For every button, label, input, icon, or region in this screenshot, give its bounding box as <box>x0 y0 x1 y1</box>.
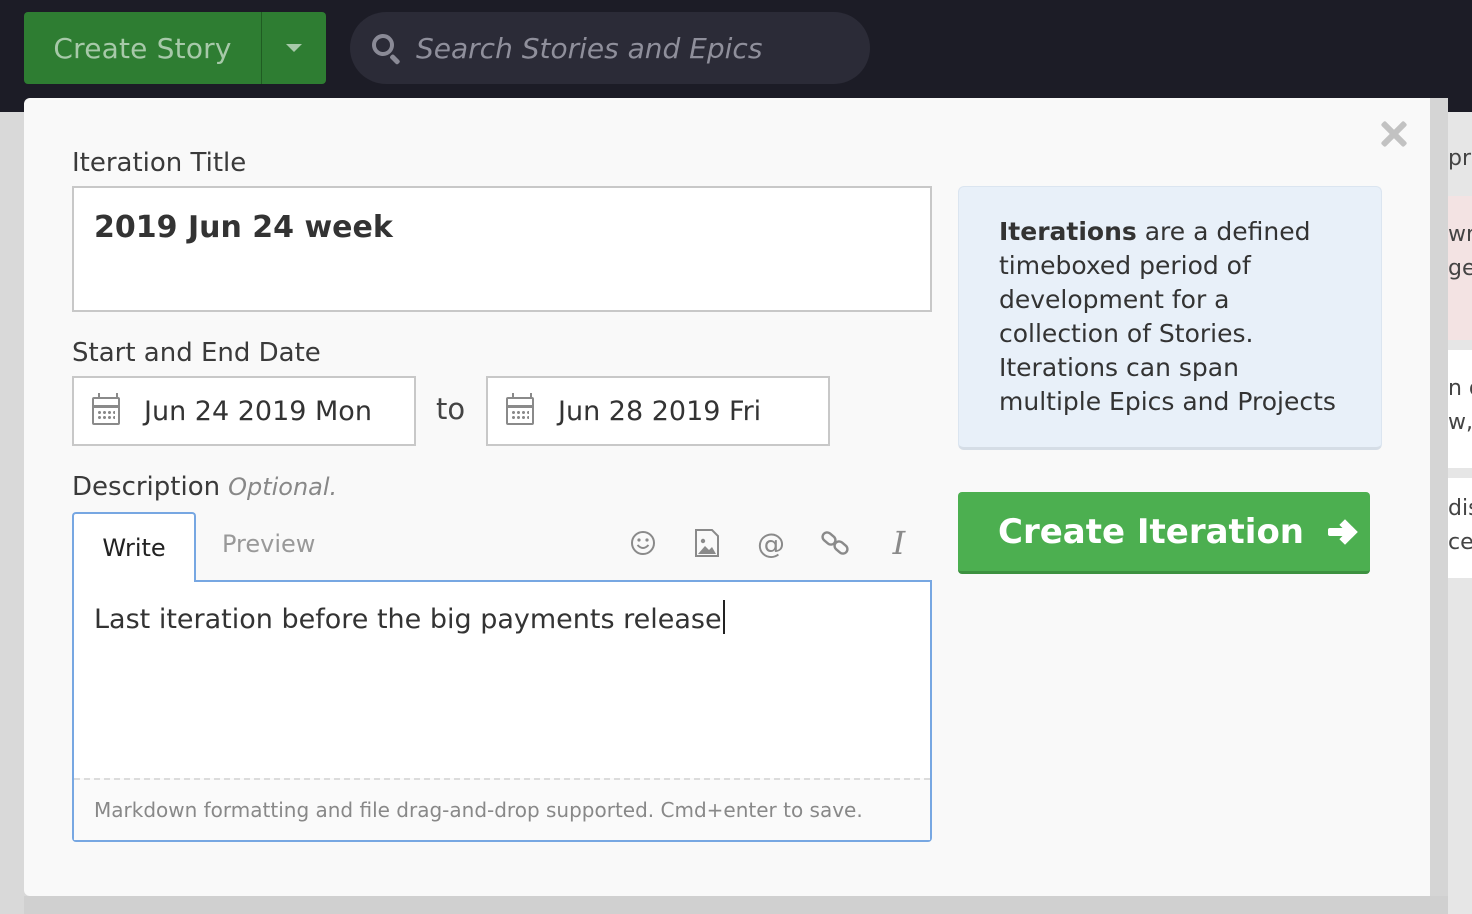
close-icon[interactable] <box>1378 118 1410 150</box>
end-date-value: Jun 28 2019 Fri <box>558 395 762 427</box>
background-card: disce <box>1448 478 1472 578</box>
description-label-text: Description <box>72 472 221 502</box>
background-card: n dw, <box>1448 350 1472 468</box>
tab-preview[interactable]: Preview <box>222 530 315 558</box>
description-text[interactable]: Last iteration before the big payments r… <box>94 600 725 635</box>
calendar-icon <box>506 393 534 425</box>
create-iteration-label: Create Iteration <box>998 511 1305 552</box>
iteration-title-input[interactable]: 2019 Jun 24 week <box>72 186 932 312</box>
emoji-icon[interactable] <box>628 528 658 558</box>
iterations-info-panel: Iterations are a defined timeboxed perio… <box>958 186 1382 450</box>
create-iteration-button[interactable]: Create Iteration <box>958 492 1370 574</box>
top-bar: Create Story <box>0 0 1472 112</box>
info-text: are a defined timeboxed period of develo… <box>999 217 1336 416</box>
image-icon[interactable] <box>692 528 722 558</box>
background-heading: pr <box>1448 142 1472 186</box>
mention-icon[interactable]: @ <box>756 527 786 560</box>
search-input[interactable] <box>416 31 846 65</box>
description-label: Description Optional. <box>72 472 337 502</box>
create-story-dropdown-button[interactable] <box>262 12 326 84</box>
create-iteration-modal: Iteration Title 2019 Jun 24 week Start a… <box>24 98 1448 896</box>
editor-hint: Markdown formatting and file drag-and-dr… <box>74 778 930 840</box>
link-icon[interactable] <box>820 528 850 558</box>
tab-write[interactable]: Write <box>72 512 196 582</box>
caret-down-icon <box>286 44 302 52</box>
start-date-value: Jun 24 2019 Mon <box>144 395 372 427</box>
calendar-icon <box>92 393 120 425</box>
search-icon <box>370 32 402 66</box>
date-separator: to <box>436 392 466 426</box>
description-editor[interactable]: Last iteration before the big payments r… <box>72 580 932 842</box>
info-bold-term: Iterations <box>999 217 1137 246</box>
arrow-right-icon <box>1326 515 1360 549</box>
optional-hint: Optional. <box>228 473 338 501</box>
italic-icon[interactable]: I <box>884 524 914 562</box>
date-range-label: Start and End Date <box>72 338 321 368</box>
end-date-field[interactable]: Jun 28 2019 Fri <box>486 376 830 446</box>
background-card: wnge <box>1448 196 1472 340</box>
modal-scrollbar[interactable] <box>1430 98 1448 896</box>
iteration-title-label: Iteration Title <box>72 148 247 178</box>
create-story-split-button: Create Story <box>24 12 326 84</box>
search-bar[interactable] <box>350 12 870 84</box>
create-story-button[interactable]: Create Story <box>24 12 261 84</box>
text-cursor <box>722 600 725 634</box>
background-footer <box>24 896 1448 914</box>
start-date-field[interactable]: Jun 24 2019 Mon <box>72 376 416 446</box>
